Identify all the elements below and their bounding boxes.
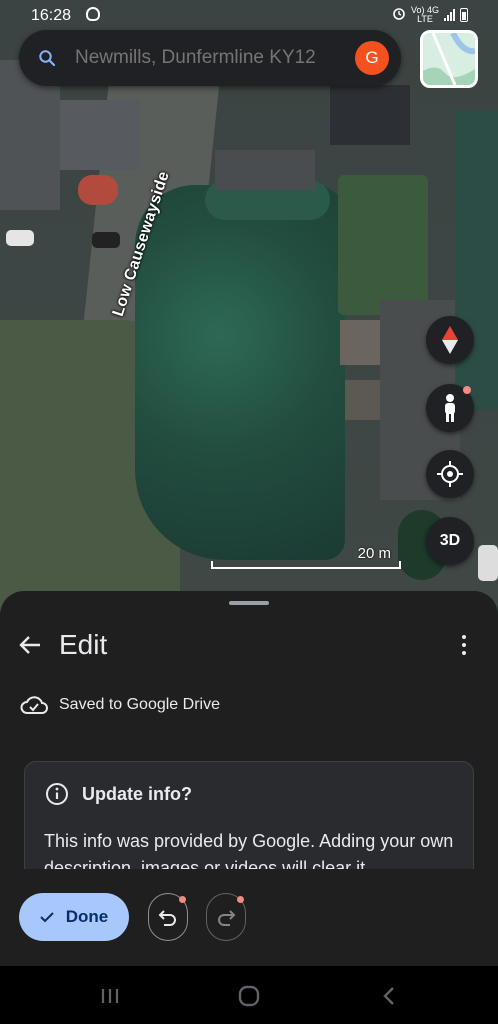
search-input[interactable] [75, 47, 347, 69]
network-label: Vo) 4G LTE [411, 6, 439, 24]
undo-button[interactable] [148, 893, 188, 941]
layers-button[interactable] [420, 30, 478, 88]
page-title: Edit [59, 629, 108, 660]
pegman-icon [445, 394, 455, 422]
more-options-button[interactable] [452, 633, 476, 657]
system-back-button[interactable] [377, 984, 401, 1008]
redo-button[interactable] [206, 893, 246, 941]
arrow-left-icon [19, 636, 40, 654]
back-button[interactable] [16, 631, 44, 659]
avatar[interactable]: G [355, 41, 389, 75]
building [345, 380, 385, 420]
undo-icon [158, 910, 176, 926]
crosshair-icon [437, 461, 463, 487]
hedge-area [135, 185, 345, 560]
chevron-left-icon [383, 987, 394, 1005]
building [330, 85, 410, 145]
drag-handle[interactable] [229, 601, 269, 605]
card-header: Update info? [45, 782, 192, 806]
more-vert-icon [462, 635, 466, 639]
save-status-text: Saved to Google Drive [59, 696, 220, 713]
notification-icon [86, 7, 100, 21]
car [6, 230, 34, 246]
compass-button[interactable] [426, 316, 474, 364]
street-view-button[interactable] [426, 384, 474, 432]
alarm-icon [392, 6, 406, 24]
network-label-bottom: LTE [417, 14, 433, 24]
building [60, 100, 140, 170]
car [478, 545, 498, 581]
battery-icon [460, 8, 468, 22]
scale-bar: 20 m [211, 545, 401, 571]
status-bar: 16:28 Vo) 4G LTE [0, 0, 498, 30]
car [92, 232, 120, 248]
building [215, 150, 315, 190]
scale-line [211, 561, 401, 569]
garden [338, 175, 428, 315]
sheet-header: Edit [0, 619, 498, 673]
green-strip [455, 110, 498, 410]
3d-toggle-button[interactable]: 3D [426, 517, 474, 565]
status-icons: Vo) 4G LTE [392, 6, 468, 24]
info-icon [46, 783, 68, 805]
cloud-done-icon [20, 696, 48, 714]
done-label: Done [65, 907, 109, 926]
card-title: Update info? [82, 783, 192, 804]
edit-sheet: Edit Saved to Google Drive Update info? … [0, 591, 498, 871]
notification-dot [463, 386, 471, 394]
compass-icon [442, 326, 458, 354]
search-bar[interactable]: G [19, 30, 401, 86]
signal-icon [444, 9, 455, 21]
status-time: 16:28 [31, 7, 72, 24]
recent-apps-icon [101, 989, 119, 1003]
update-info-card: Update info? This info was provided by G… [24, 761, 474, 871]
notification-dot [179, 896, 186, 903]
my-location-button[interactable] [426, 450, 474, 498]
home-icon [238, 985, 260, 1007]
redo-icon [218, 910, 236, 926]
system-nav-bar [0, 966, 498, 1024]
done-button[interactable]: Done [19, 893, 129, 941]
home-button[interactable] [237, 984, 261, 1008]
save-status: Saved to Google Drive [20, 695, 220, 715]
search-icon[interactable] [19, 49, 75, 67]
check-icon [40, 912, 54, 923]
scale-label: 20 m [357, 545, 391, 562]
recent-apps-button[interactable] [98, 984, 122, 1008]
satellite-map[interactable]: Low Causewayside 20 m [0, 0, 498, 640]
building [340, 320, 385, 365]
notification-dot [237, 896, 244, 903]
map-thumbnail-icon [423, 33, 475, 85]
action-bar: Done [0, 869, 498, 966]
card-body: This info was provided by Google. Adding… [44, 831, 454, 871]
car [78, 175, 118, 205]
